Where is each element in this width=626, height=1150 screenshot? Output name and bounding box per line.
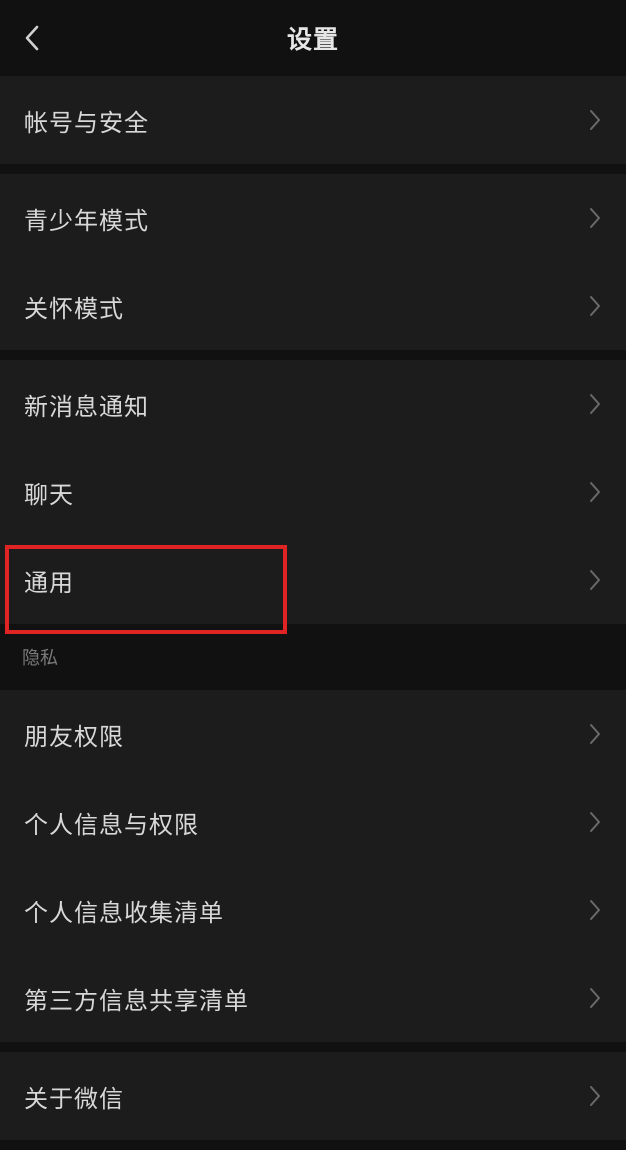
chevron-right-icon bbox=[590, 1086, 600, 1106]
back-button[interactable] bbox=[12, 16, 52, 60]
page-title: 设置 bbox=[286, 25, 339, 54]
group-divider bbox=[0, 164, 626, 174]
settings-item-label: 第三方信息共享清单 bbox=[24, 986, 249, 1015]
chevron-right-icon bbox=[590, 110, 600, 130]
settings-item-notifications[interactable]: 新消息通知 bbox=[0, 360, 626, 448]
group-divider bbox=[0, 1042, 626, 1052]
chevron-right-icon bbox=[590, 296, 600, 316]
settings-item-label: 青少年模式 bbox=[24, 206, 149, 235]
settings-item-label: 聊天 bbox=[24, 480, 74, 509]
settings-group-general: 新消息通知 聊天 通用 bbox=[0, 360, 626, 624]
settings-item-label: 朋友权限 bbox=[24, 722, 124, 751]
settings-item-chat[interactable]: 聊天 bbox=[0, 448, 626, 536]
chevron-left-icon bbox=[25, 25, 39, 51]
settings-item-friend-permissions[interactable]: 朋友权限 bbox=[0, 690, 626, 778]
chevron-right-icon bbox=[590, 570, 600, 590]
settings-item-label: 关于微信 bbox=[24, 1084, 124, 1113]
settings-group-modes: 青少年模式 关怀模式 bbox=[0, 174, 626, 350]
settings-item-personal-info-collection[interactable]: 个人信息收集清单 bbox=[0, 866, 626, 954]
settings-group-privacy: 朋友权限 个人信息与权限 个人信息收集清单 第三方信息共享清单 bbox=[0, 690, 626, 1042]
settings-item-teen-mode[interactable]: 青少年模式 bbox=[0, 174, 626, 262]
settings-item-about[interactable]: 关于微信 bbox=[0, 1052, 626, 1140]
settings-group-account: 帐号与安全 bbox=[0, 76, 626, 164]
settings-item-care-mode[interactable]: 关怀模式 bbox=[0, 262, 626, 350]
chevron-right-icon bbox=[590, 482, 600, 502]
settings-item-third-party-sharing[interactable]: 第三方信息共享清单 bbox=[0, 954, 626, 1042]
settings-item-label: 个人信息收集清单 bbox=[24, 898, 224, 927]
section-header-privacy: 隐私 bbox=[0, 624, 626, 690]
chevron-right-icon bbox=[590, 988, 600, 1008]
settings-item-label: 通用 bbox=[24, 568, 74, 597]
settings-item-general[interactable]: 通用 bbox=[0, 536, 626, 624]
top-bar: 设置 bbox=[0, 0, 626, 76]
chevron-right-icon bbox=[590, 900, 600, 920]
chevron-right-icon bbox=[590, 208, 600, 228]
chevron-right-icon bbox=[590, 812, 600, 832]
settings-item-label: 个人信息与权限 bbox=[24, 810, 199, 839]
settings-group-about: 关于微信 bbox=[0, 1052, 626, 1140]
chevron-right-icon bbox=[590, 724, 600, 744]
settings-item-account-security[interactable]: 帐号与安全 bbox=[0, 76, 626, 164]
settings-item-personal-info-permissions[interactable]: 个人信息与权限 bbox=[0, 778, 626, 866]
settings-item-label: 关怀模式 bbox=[24, 294, 124, 323]
settings-item-label: 帐号与安全 bbox=[24, 108, 149, 137]
settings-item-label: 新消息通知 bbox=[24, 392, 149, 421]
group-divider bbox=[0, 350, 626, 360]
settings-page: 设置 帐号与安全 青少年模式 关怀模式 新消息通知 聊天 通用 隐私 朋友权限 … bbox=[0, 0, 626, 1150]
chevron-right-icon bbox=[590, 394, 600, 414]
